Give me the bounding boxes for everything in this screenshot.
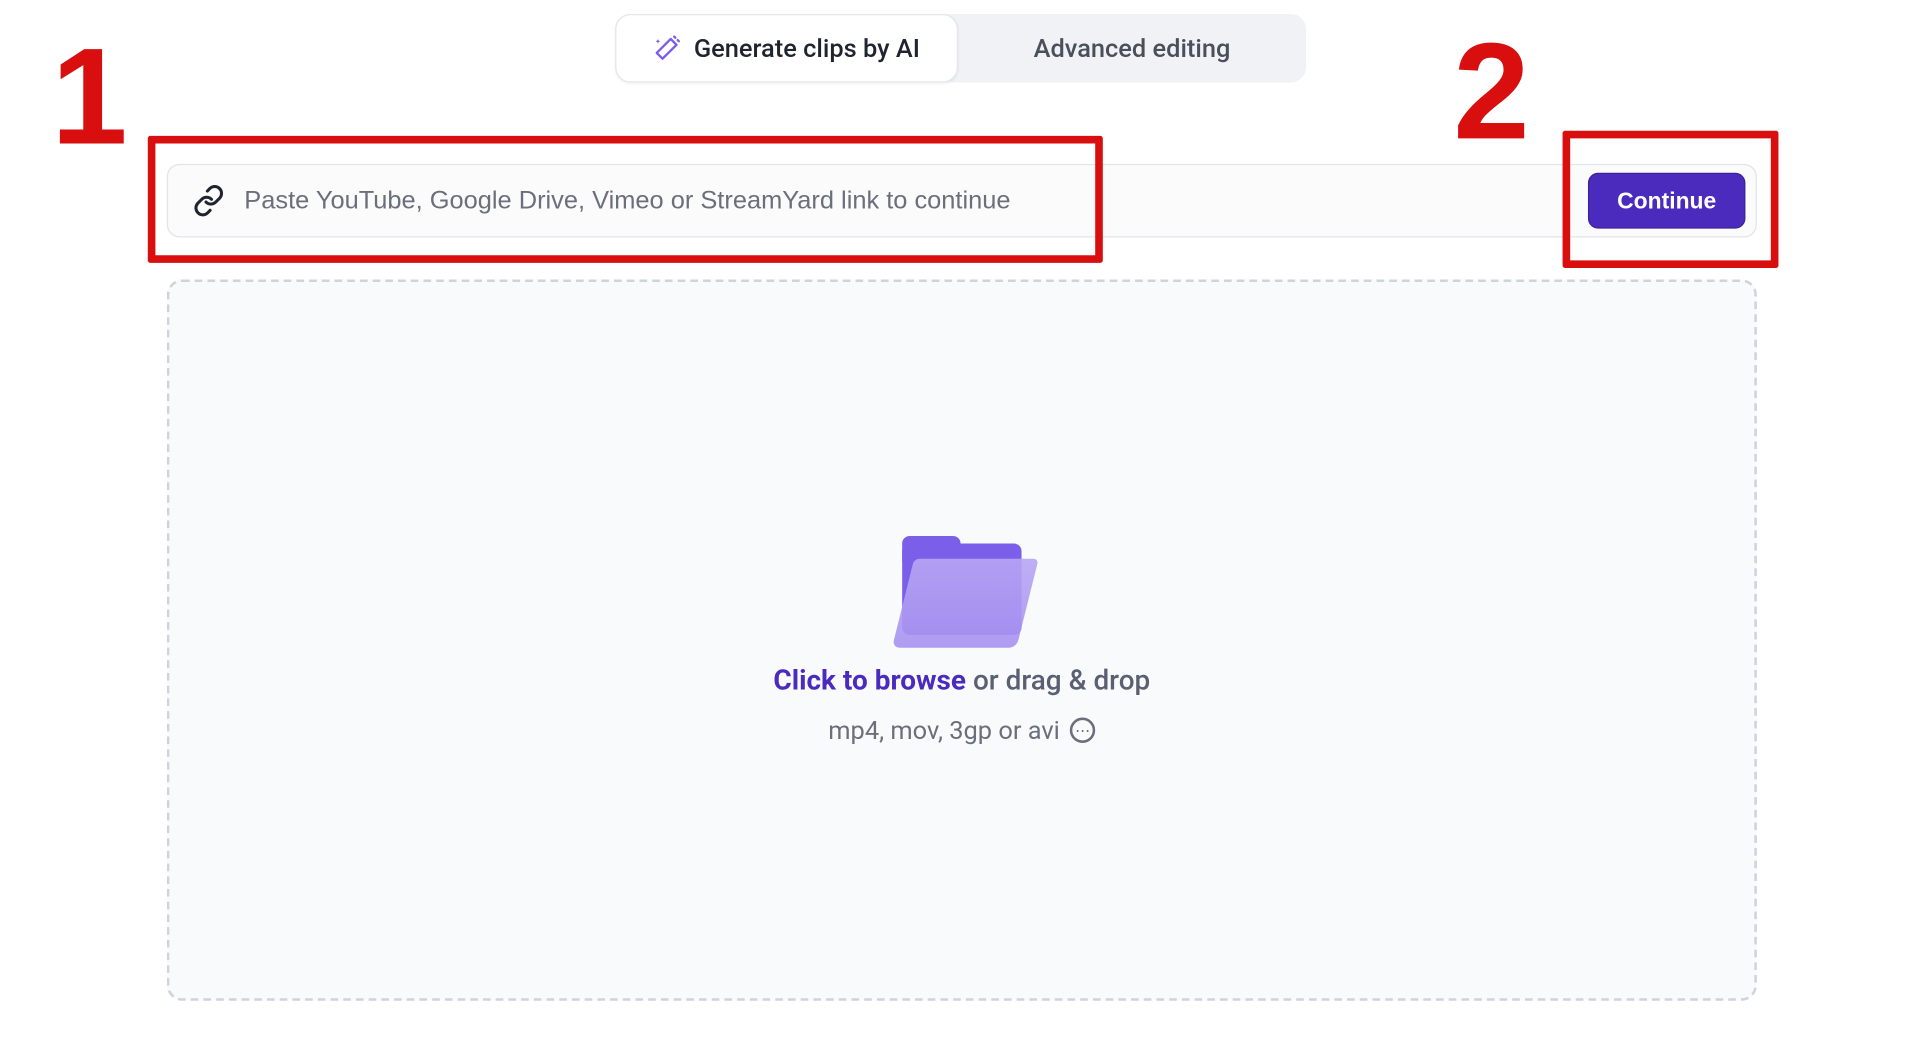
annotation-number-1: 1	[51, 28, 127, 165]
magic-wand-icon	[653, 34, 681, 62]
annotation-number-2: 2	[1453, 23, 1529, 160]
upload-dropzone[interactable]: Click to browse or drag & drop mp4, mov,…	[167, 279, 1757, 1000]
tab-advanced-editing[interactable]: Advanced editing	[958, 14, 1306, 83]
dropzone-formats-text: mp4, mov, 3gp or avi ⋯	[828, 714, 1095, 744]
paste-link-row: Continue	[167, 164, 1757, 238]
link-icon	[191, 183, 227, 219]
folder-open-icon	[892, 535, 1032, 647]
tab-generate-clips[interactable]: Generate clips by AI	[615, 14, 958, 83]
info-icon[interactable]: ⋯	[1070, 717, 1095, 742]
click-to-browse-label: Click to browse	[773, 665, 966, 697]
tab-advanced-editing-label: Advanced editing	[1034, 33, 1231, 63]
dropzone-primary-text: Click to browse or drag & drop	[773, 665, 1150, 697]
continue-button[interactable]: Continue	[1588, 173, 1745, 229]
tab-generate-clips-label: Generate clips by AI	[694, 33, 920, 63]
mode-tabs: Generate clips by AI Advanced editing	[615, 14, 1306, 83]
drag-drop-label: or drag & drop	[966, 665, 1150, 697]
video-link-input[interactable]	[227, 165, 1588, 236]
supported-formats-label: mp4, mov, 3gp or avi	[828, 714, 1060, 744]
